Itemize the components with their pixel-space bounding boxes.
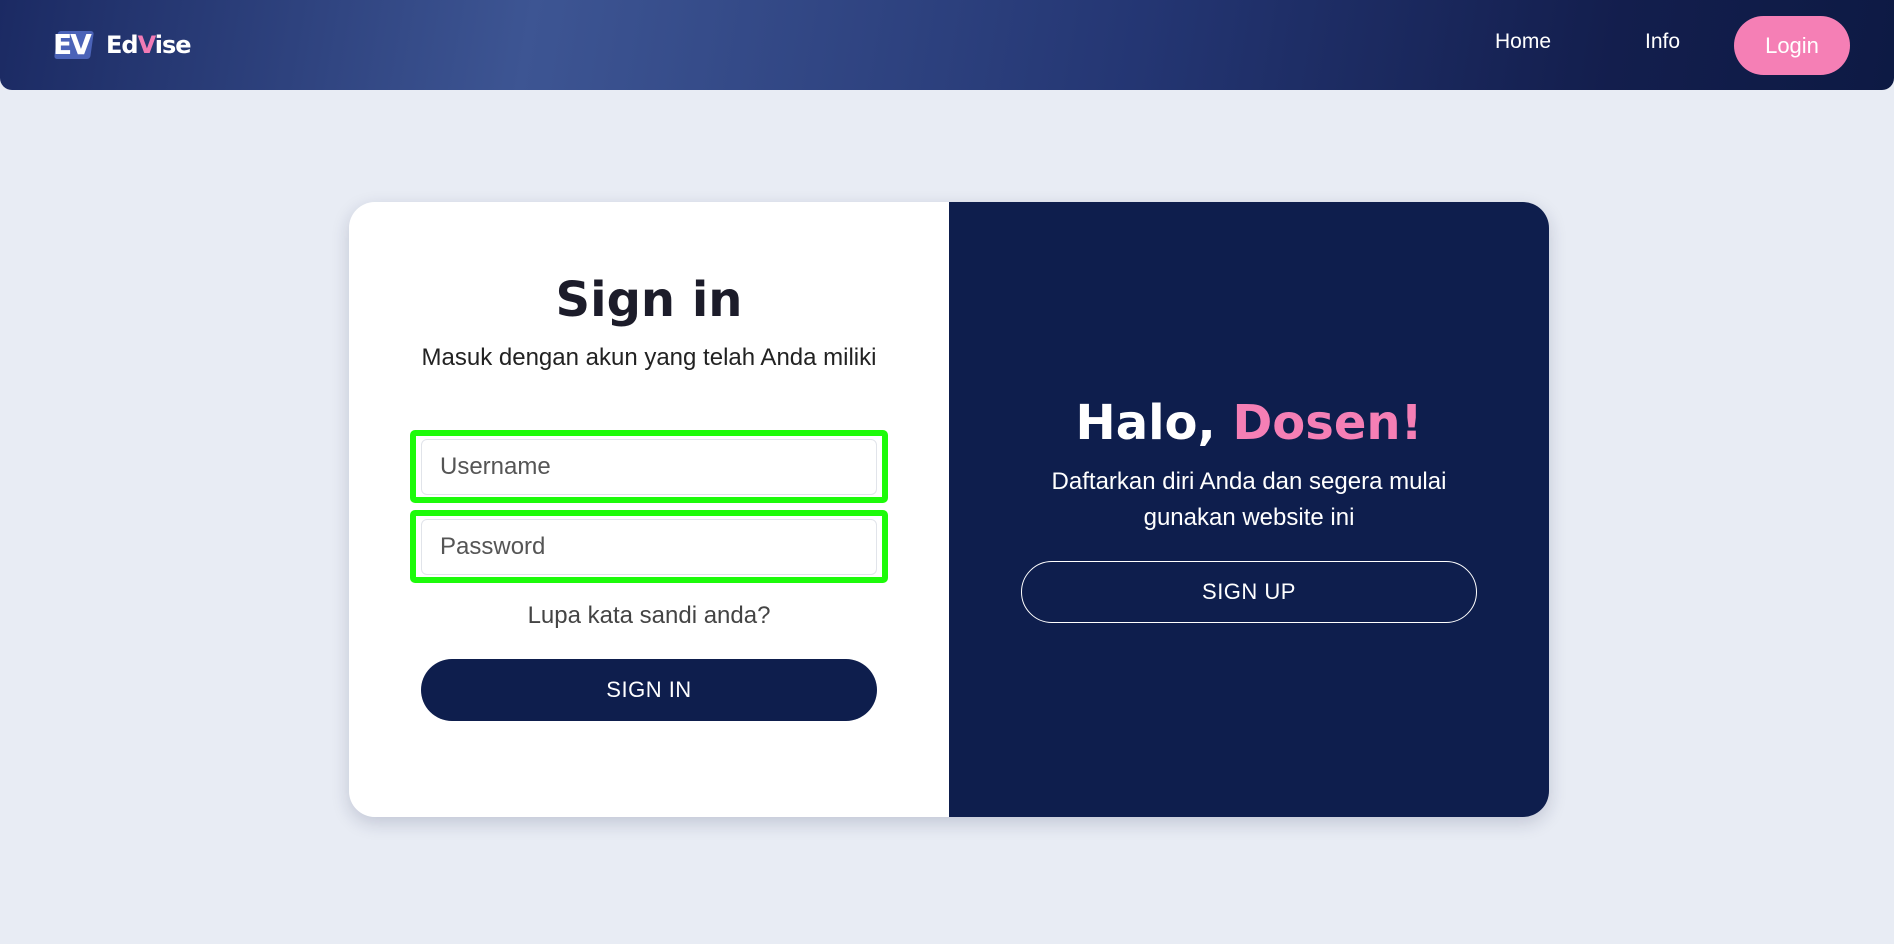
- signin-title: Sign in: [555, 272, 743, 328]
- username-input[interactable]: [421, 439, 877, 495]
- greeting-heading: Halo, Dosen!: [1075, 395, 1423, 451]
- logo-icon: EV: [50, 27, 98, 63]
- navbar: EV EdVise Home Info Login: [0, 0, 1894, 90]
- signin-button[interactable]: SIGN IN: [421, 659, 877, 721]
- nav-home-link[interactable]: Home: [1495, 30, 1551, 54]
- greeting-accent: Dosen!: [1232, 395, 1423, 451]
- signup-button[interactable]: SIGN UP: [1021, 561, 1477, 623]
- signup-subtitle: Daftarkan diri Anda dan segera mulai gun…: [1051, 468, 1447, 531]
- forgot-password-link[interactable]: Lupa kata sandi anda?: [349, 602, 949, 630]
- nav-login-button[interactable]: Login: [1734, 16, 1850, 75]
- brand-logo[interactable]: EV EdVise: [50, 25, 192, 65]
- password-input[interactable]: [421, 519, 877, 575]
- nav-info-link[interactable]: Info: [1645, 30, 1680, 54]
- brand-name: EdVise: [106, 30, 192, 59]
- signin-subtitle: Masuk dengan akun yang telah Anda miliki: [421, 344, 877, 371]
